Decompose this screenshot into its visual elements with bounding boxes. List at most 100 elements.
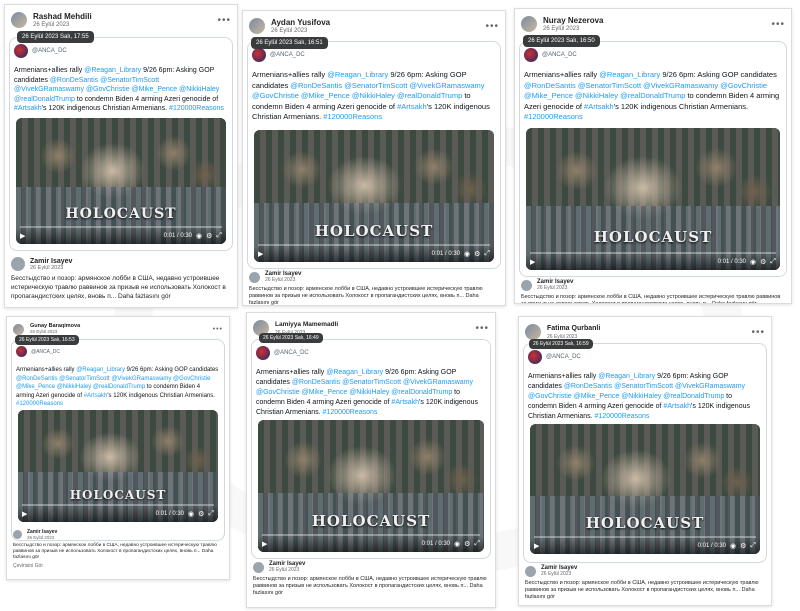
author-avatar[interactable] [13, 323, 24, 335]
commenter-avatar[interactable] [249, 271, 260, 283]
commenter-avatar[interactable] [253, 561, 264, 573]
author-name[interactable]: Fatima Qurbanli [547, 324, 600, 333]
author-avatar[interactable] [521, 16, 537, 32]
author-name[interactable]: Nuray Nezerova [543, 16, 603, 25]
more-options-icon[interactable]: ••• [217, 15, 231, 26]
tweet-hashtag[interactable]: #Artsakh [663, 403, 691, 410]
post-date[interactable]: 26 Eylül 2023 [271, 27, 330, 35]
tweet-hashtag[interactable]: #Artsakh [584, 102, 614, 111]
tweet-handle[interactable]: @ANCA_DC [32, 48, 67, 54]
settings-icon[interactable]: ⚙ [740, 542, 746, 550]
facebook-post-panel: Gunay Baraqimova 26 Eylül 2023 ••• 26 Ey… [6, 316, 230, 580]
author-name[interactable]: Lamiyya Mamemadli [275, 320, 338, 329]
fullscreen-icon[interactable]: ⤢ [474, 540, 480, 548]
fullscreen-icon[interactable]: ⤢ [750, 542, 756, 550]
tweet-video[interactable]: HOLOCAUST ▶ 0:01 / 0:30 ◉ ⚙ ⤢ [16, 118, 226, 244]
volume-icon[interactable]: ◉ [188, 510, 194, 518]
video-title-overlay: HOLOCAUST [314, 222, 434, 240]
tweet-video[interactable]: HOLOCAUST ▶ 0:01 / 0:30 ◉ ⚙ ⤢ [526, 128, 780, 270]
more-options-icon[interactable]: ••• [751, 327, 765, 338]
timestamp-tooltip: 26 Eylül 2023 Salı, 16:51 [251, 37, 328, 49]
video-time: 0:01 / 0:30 [717, 259, 746, 265]
author-name[interactable]: Aydan Yusifova [271, 18, 330, 27]
tweet-video[interactable]: HOLOCAUST ▶ 0:01 / 0:30 ◉ ⚙ ⤢ [530, 424, 760, 554]
settings-icon[interactable]: ⚙ [760, 258, 766, 266]
tweet-link[interactable]: @Reagan_Library [599, 70, 660, 79]
volume-icon[interactable]: ◉ [454, 540, 460, 548]
video-time: 0:01 / 0:30 [421, 541, 450, 547]
tweet-hashtag[interactable]: #120000Reasons [595, 413, 650, 420]
more-options-icon[interactable]: ••• [475, 323, 489, 334]
author-avatar[interactable] [249, 18, 265, 34]
commenter-name[interactable]: Zamir Isayev [30, 258, 72, 265]
tweet-hashtag[interactable]: #Artsakh [391, 399, 419, 406]
tweet-hashtag[interactable]: #120000Reasons [16, 401, 63, 407]
settings-icon[interactable]: ⚙ [198, 510, 204, 518]
tweet-handle[interactable]: @ANCA_DC [270, 52, 305, 58]
fullscreen-icon[interactable]: ⤢ [216, 232, 222, 240]
play-icon[interactable]: ▶ [534, 542, 539, 550]
commenter-avatar[interactable] [13, 530, 22, 539]
tweet-link[interactable]: @Reagan_Library [326, 369, 383, 376]
embedded-tweet[interactable]: @ANCA_DC Armenians+allies rally @Reagan_… [523, 343, 767, 563]
embedded-tweet[interactable]: @ANCA_DC Armenians+allies rally @Reagan_… [251, 339, 491, 559]
volume-icon[interactable]: ◉ [196, 232, 202, 240]
play-icon[interactable]: ▶ [530, 258, 535, 266]
tweet-hashtag[interactable]: #Artsakh [14, 105, 42, 112]
see-translation-link[interactable]: Çevirisini Gör [13, 563, 223, 569]
video-time: 0:01 / 0:30 [163, 233, 192, 239]
tweet-hashtag[interactable]: #Artsakh [84, 393, 108, 399]
volume-icon[interactable]: ◉ [750, 258, 756, 266]
author-avatar[interactable] [525, 324, 541, 340]
play-icon[interactable]: ▶ [20, 232, 25, 240]
volume-icon[interactable]: ◉ [730, 542, 736, 550]
timestamp-tooltip: 26 Eylül 2023 Salı, 16:49 [259, 333, 323, 343]
volume-icon[interactable]: ◉ [464, 250, 470, 258]
embedded-tweet[interactable]: @ANCA_DC Armenians+allies rally @Reagan_… [9, 37, 233, 251]
tweet-link[interactable]: @Reagan_Library [76, 367, 125, 373]
embedded-tweet[interactable]: @ANCA_DC Armenians+allies rally @Reagan_… [519, 41, 787, 277]
tweet-video[interactable]: HOLOCAUST ▶ 0:01 / 0:30 ◉ ⚙ ⤢ [254, 130, 494, 262]
video-controls: ▶ 0:01 / 0:30 ◉ ⚙ ⤢ [18, 506, 218, 522]
author-avatar[interactable] [11, 12, 27, 28]
tweet-hashtag[interactable]: #120000Reasons [323, 112, 382, 121]
tweet-text: Armenians+allies rally @Reagan_Library 9… [252, 70, 496, 123]
more-options-icon[interactable]: ••• [771, 19, 785, 30]
tweet-hashtag[interactable]: #Artsakh [397, 102, 427, 111]
play-icon[interactable]: ▶ [262, 540, 267, 548]
settings-icon[interactable]: ⚙ [474, 250, 480, 258]
post-date[interactable]: 26 Eylül 2023 [543, 25, 603, 33]
post-header: Gunay Baraqimova 26 Eylül 2023 ••• [13, 322, 223, 336]
commenter-avatar[interactable] [11, 257, 25, 271]
more-options-icon[interactable]: ••• [213, 326, 223, 333]
fullscreen-icon[interactable]: ⤢ [484, 250, 490, 258]
tweet-handle[interactable]: @ANCA_DC [546, 354, 581, 360]
play-icon[interactable]: ▶ [22, 510, 27, 518]
tweet-link[interactable]: @Reagan_Library [598, 373, 655, 380]
tweet-hashtag[interactable]: #120000Reasons [524, 112, 583, 121]
tweet-video[interactable]: HOLOCAUST ▶ 0:01 / 0:30 ◉ ⚙ ⤢ [18, 410, 218, 522]
tweet-handle[interactable]: @ANCA_DC [274, 350, 309, 356]
post-date[interactable]: 26 Eylül 2023 [33, 21, 92, 29]
fullscreen-icon[interactable]: ⤢ [770, 258, 776, 266]
more-options-icon[interactable]: ••• [485, 21, 499, 32]
tweet-hashtag[interactable]: #120000Reasons [323, 409, 378, 416]
play-icon[interactable]: ▶ [258, 250, 263, 258]
tweet-handle[interactable]: @ANCA_DC [31, 349, 60, 355]
tweet-link[interactable]: @Reagan_Library [327, 70, 388, 79]
tweet-header: @ANCA_DC [14, 44, 67, 58]
tweet-hashtag[interactable]: #120000Reasons [169, 105, 224, 112]
commenter-avatar[interactable] [525, 565, 536, 577]
embedded-tweet[interactable]: @ANCA_DC Armenians+allies rally @Reagan_… [11, 339, 225, 541]
fullscreen-icon[interactable]: ⤢ [208, 510, 214, 518]
commenter-avatar[interactable] [521, 279, 532, 291]
settings-icon[interactable]: ⚙ [464, 540, 470, 548]
settings-icon[interactable]: ⚙ [206, 232, 212, 240]
tweet-text-part: Armenians+allies rally [14, 67, 85, 74]
author-name[interactable]: Rashad Mehdili [33, 12, 92, 21]
tweet-handle[interactable]: @ANCA_DC [542, 52, 577, 58]
embedded-tweet[interactable]: @ANCA_DC Armenians+allies rally @Reagan_… [247, 41, 501, 269]
tweet-link[interactable]: @Reagan_Library [84, 67, 141, 74]
facebook-post-panel: Nuray Nezerova 26 Eylül 2023 ••• 26 Eylü… [514, 8, 792, 304]
tweet-video[interactable]: HOLOCAUST ▶ 0:01 / 0:30 ◉ ⚙ ⤢ [258, 420, 484, 552]
